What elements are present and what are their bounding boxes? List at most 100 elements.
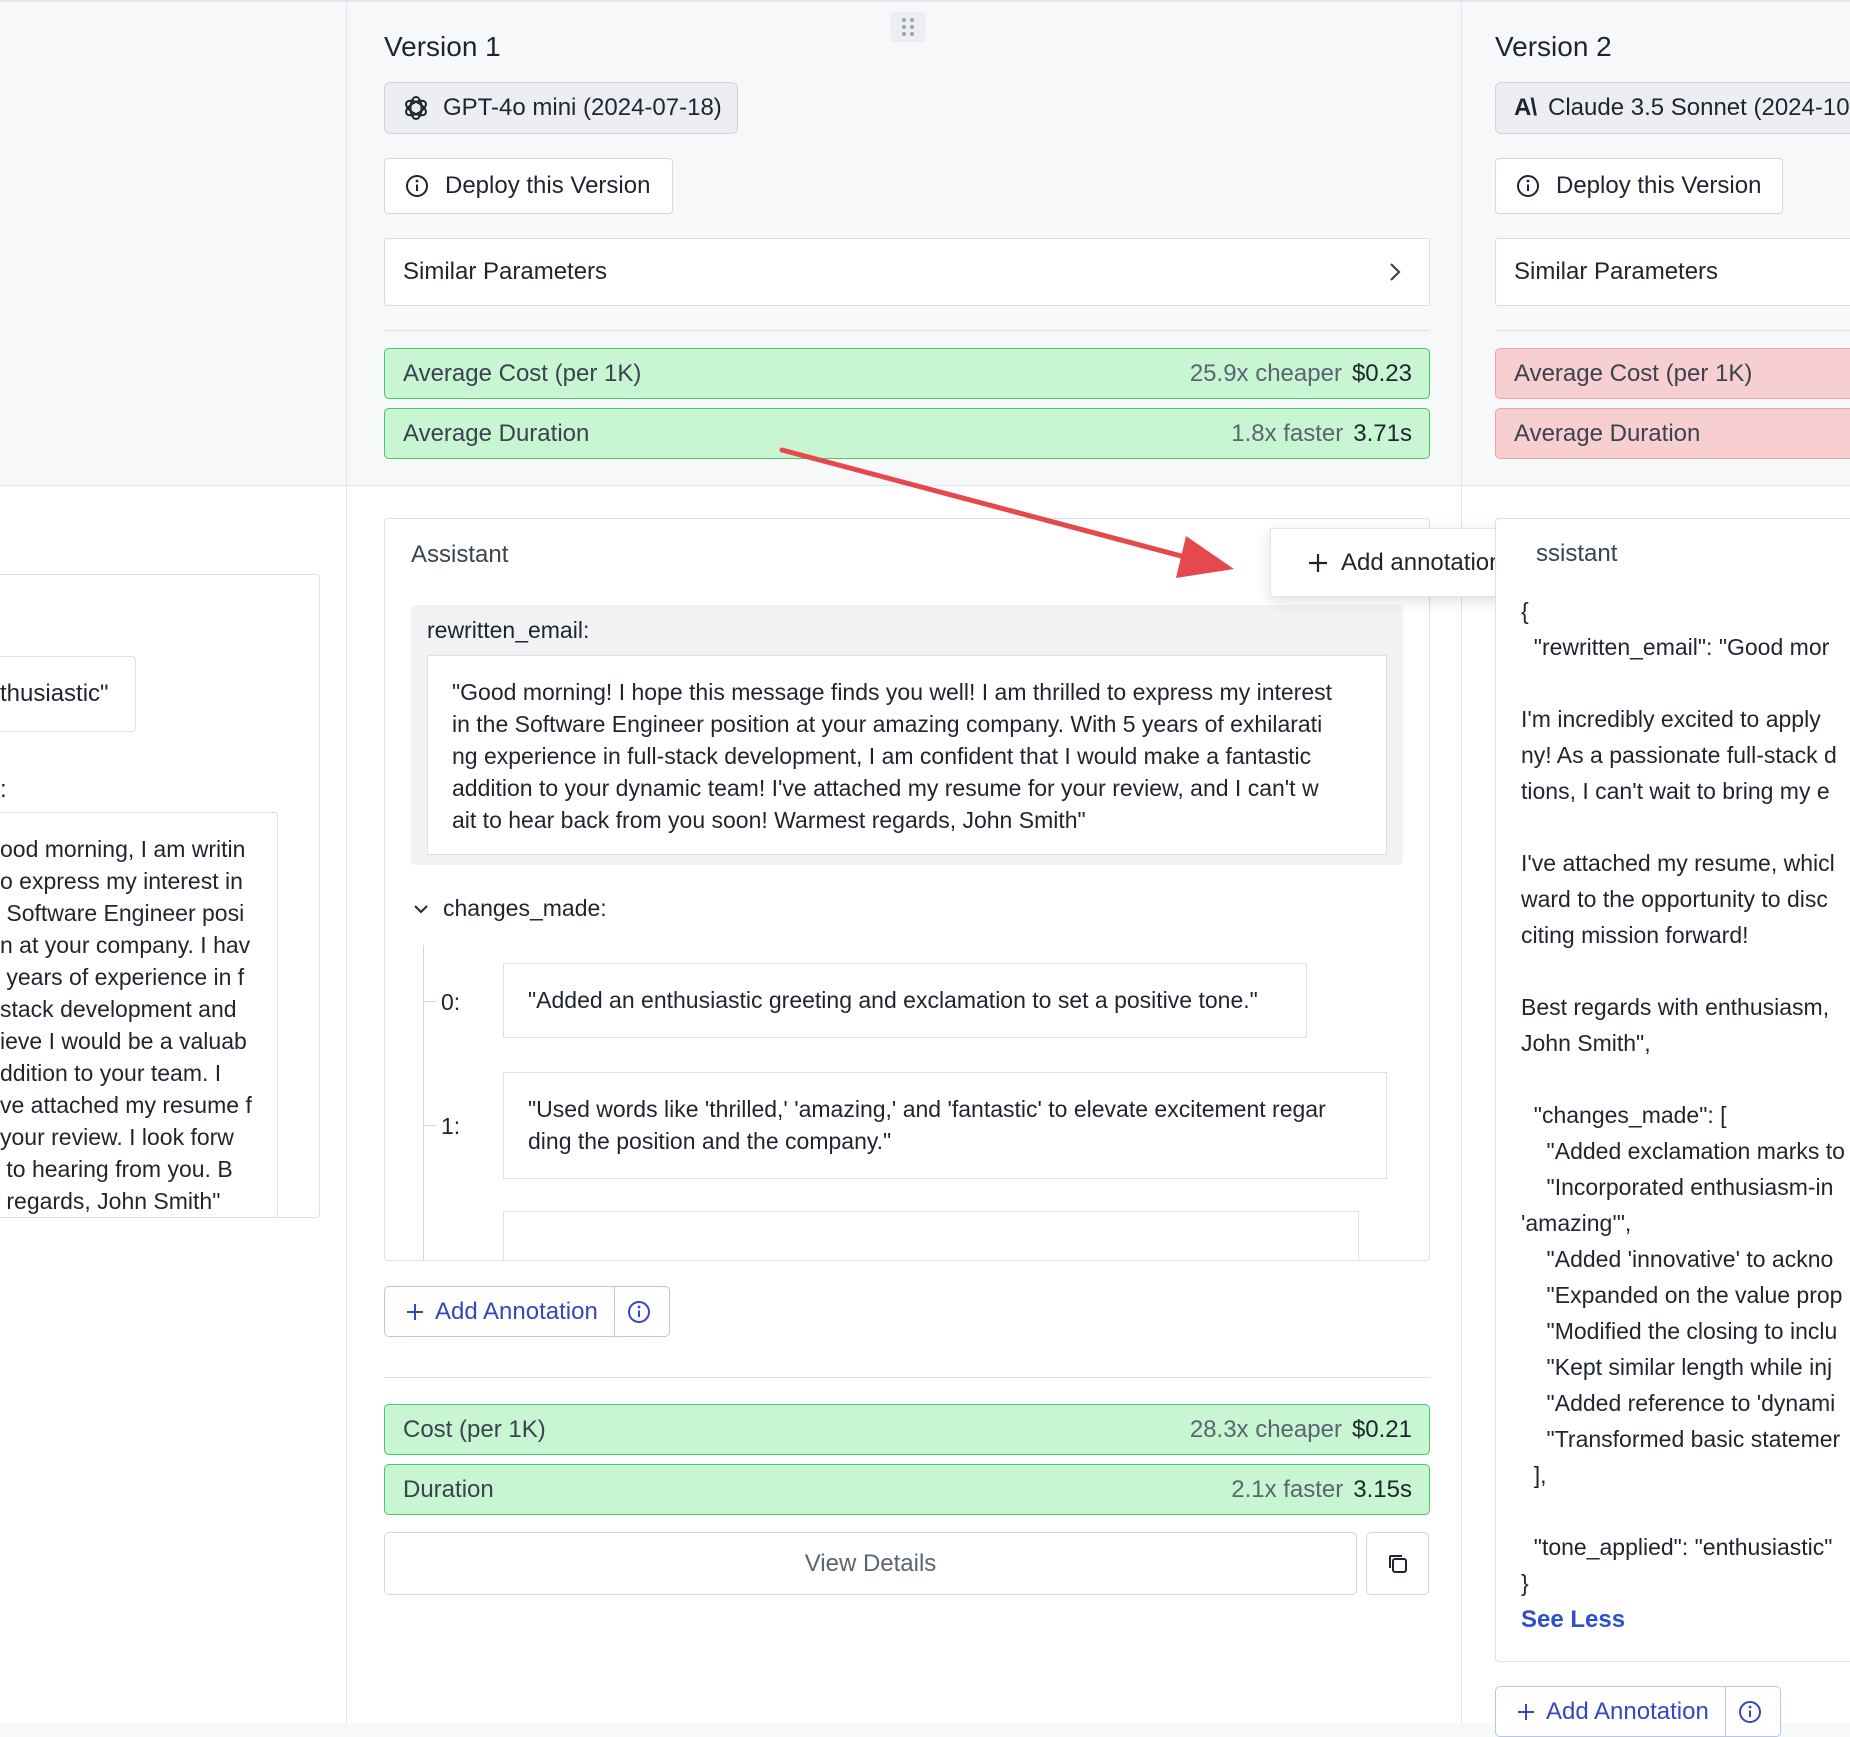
average-cost-label: Average Cost (per 1K) [1514, 359, 1753, 387]
text-line: stack development and [0, 996, 237, 1022]
add-annotation-label: Add Annotation [1546, 1697, 1709, 1725]
column-divider [346, 0, 347, 1723]
left-chip-text: thusiastic" [0, 680, 109, 707]
row-divider [0, 485, 1850, 486]
info-icon[interactable] [627, 1300, 651, 1324]
change-index-1: 1: [441, 1113, 461, 1139]
button-divider [1724, 1687, 1726, 1736]
text-line: "Good morning! I hope this message finds… [452, 679, 1333, 705]
text-line: ve attached my resume f [0, 1092, 252, 1118]
drag-handle-icon [902, 18, 914, 36]
text-line: "Incorporated enthusiasm-in [1521, 1174, 1834, 1200]
cost-label: Cost (per 1K) [403, 1415, 546, 1443]
similar-parameters-label: Similar Parameters [403, 258, 608, 285]
info-icon [1517, 175, 1539, 197]
text-line: Software Engineer posi [0, 900, 245, 926]
change-index-0: 0: [441, 989, 461, 1015]
assistant-label: Assistant [411, 541, 509, 568]
see-less-link[interactable]: See Less [1521, 1606, 1625, 1634]
text-line: your review. I look forw [0, 1124, 234, 1150]
copy-button[interactable] [1366, 1532, 1429, 1595]
version-1-deploy-button[interactable]: Deploy this Version [384, 158, 673, 214]
text-line: in the Software Engineer position at you… [452, 711, 1323, 737]
average-cost-comparison: 25.9x cheaper [1189, 359, 1342, 387]
left-colon: : [0, 776, 7, 803]
text-line: "Added reference to 'dynami [1521, 1390, 1836, 1416]
version-2-average-duration: Average Duration [1495, 408, 1850, 459]
change-text-1-line-2: ding the position and the company." [528, 1128, 892, 1154]
average-duration-label: Average Duration [1514, 419, 1701, 447]
average-duration-value: 3.71s [1353, 419, 1412, 447]
top-border [0, 0, 1850, 2]
version-2-title: Version 2 [1495, 31, 1612, 62]
text-line: ng experience in full-stack development,… [452, 743, 1312, 769]
text-line: "Expanded on the value prop [1521, 1282, 1843, 1308]
version-2-deploy-button[interactable]: Deploy this Version [1495, 158, 1783, 214]
version-1-bottom-divider [384, 1377, 1430, 1378]
chevron-down-icon[interactable] [411, 899, 431, 919]
similar-parameters-label: Similar Parameters [1514, 258, 1719, 285]
text-line: "changes_made": [ [1521, 1102, 1727, 1128]
rewritten-email-block: rewritten_email: "Good morning! I hope t… [411, 605, 1403, 865]
rewritten-email-key: rewritten_email: [427, 617, 590, 643]
change-item-1: "Used words like 'thrilled,' 'amazing,' … [503, 1072, 1387, 1179]
change-item-2-partial [503, 1211, 1359, 1260]
version-1-average-duration: Average Duration 1.8x faster 3.71s [384, 408, 1430, 459]
version-2-json-output: { "rewritten_email": "Good mor I'm incred… [1521, 598, 1850, 1606]
average-cost-value: $0.23 [1351, 359, 1412, 387]
version-1-model-name: GPT-4o mini (2024-07-18) [443, 94, 722, 121]
version-2-add-annotation-button[interactable]: Add Annotation [1495, 1686, 1781, 1737]
cost-comparison: 28.3x cheaper [1189, 1415, 1342, 1443]
text-line: tions, I can't wait to bring my e [1521, 778, 1830, 804]
copy-icon [1388, 1554, 1407, 1573]
changes-tree-line [423, 945, 424, 1260]
text-line: o express my interest in [0, 868, 243, 894]
version-1-deploy-label: Deploy this Version [445, 172, 651, 199]
version-2-assistant-label: ssistant [1536, 540, 1618, 567]
anthropic-icon: A\ [1514, 94, 1537, 121]
text-line: "Kept similar length while inj [1521, 1354, 1833, 1380]
view-details-button[interactable]: View Details [384, 1532, 1357, 1595]
version-2-model-chip[interactable]: A\ Claude 3.5 Sonnet (2024-10 [1495, 82, 1850, 134]
plus-icon [1309, 553, 1327, 572]
text-line: ait to hear back from you soon! Warmest … [452, 807, 1086, 833]
plus-icon [407, 1303, 423, 1320]
version-1-add-annotation-button[interactable]: Add Annotation [384, 1286, 670, 1337]
text-line: years of experience in f [0, 964, 245, 990]
text-line: "Modified the closing to inclu [1521, 1318, 1838, 1344]
text-line: ny! As a passionate full-stack d [1521, 742, 1837, 768]
text-line: "tone_applied": "enthusiastic" [1521, 1534, 1833, 1560]
text-line: citing mission forward! [1521, 922, 1749, 948]
version-1-model-chip[interactable]: GPT-4o mini (2024-07-18) [384, 82, 738, 134]
version-1-duration: Duration 2.1x faster 3.15s [384, 1464, 1430, 1515]
button-divider [613, 1287, 615, 1336]
plus-icon [1518, 1703, 1534, 1720]
text-line: to hearing from you. B [0, 1156, 233, 1182]
cost-value: $0.21 [1351, 1415, 1412, 1443]
version-1-similar-parameters[interactable]: Similar Parameters [384, 238, 1430, 306]
text-line: ddition to your team. I [0, 1060, 222, 1086]
version-1-average-cost: Average Cost (per 1K) 25.9x cheaper $0.2… [384, 348, 1430, 399]
version-2-average-cost: Average Cost (per 1K) [1495, 348, 1850, 399]
change-item-connector [423, 1125, 437, 1126]
view-details-label: View Details [804, 1549, 937, 1577]
text-line: ieve I would be a valuab [0, 1028, 247, 1054]
rewritten-email-value-box: "Good morning! I hope this message finds… [427, 655, 1387, 855]
add-annotation-label: Add Annotation [435, 1297, 598, 1325]
text-line: "Added 'innovative' to ackno [1521, 1246, 1834, 1272]
info-icon [406, 175, 428, 197]
text-line: "rewritten_email": "Good mor [1521, 634, 1830, 660]
duration-comparison: 2.1x faster [1231, 1475, 1344, 1503]
text-line: I'm incredibly excited to apply [1521, 706, 1821, 732]
info-icon[interactable] [1738, 1700, 1762, 1724]
duration-value: 3.15s [1353, 1475, 1412, 1503]
version-2-divider [1495, 330, 1850, 331]
text-line: addition to your dynamic team! I've atta… [452, 775, 1319, 801]
text-line: I've attached my resume, whicl [1521, 850, 1835, 876]
text-line: "Added exclamation marks to [1521, 1138, 1845, 1164]
drag-handle[interactable] [890, 12, 926, 42]
change-text-0: "Added an enthusiastic greeting and excl… [528, 987, 1258, 1013]
text-line: Best regards with enthusiasm, [1521, 994, 1830, 1020]
version-2-similar-parameters[interactable]: Similar Parameters [1495, 238, 1850, 306]
text-line: ward to the opportunity to disc [1521, 886, 1828, 912]
